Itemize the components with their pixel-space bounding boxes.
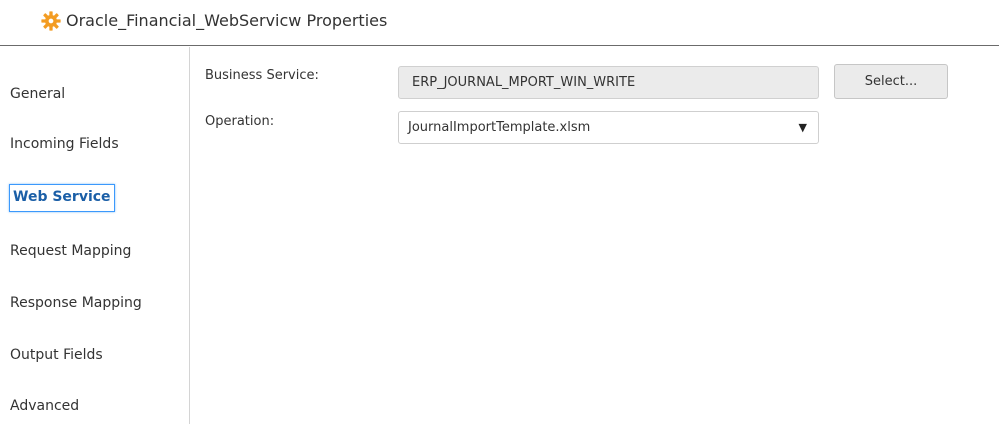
nav-item-web-service[interactable]: Web Service [9,184,115,212]
nav-item-output-fields[interactable]: Output Fields [10,341,103,369]
nav-item-general[interactable]: General [10,80,65,108]
nav-item-response-mapping[interactable]: Response Mapping [10,289,142,317]
properties-nav: General Incoming Fields Web Service Requ… [0,47,190,424]
gear-icon [41,11,61,31]
operation-select[interactable]: JournalImportTemplate.xlsm ▼ [398,111,819,144]
page-title: Oracle_Financial_WebServicw Properties [66,11,388,30]
business-service-field[interactable]: ERP_JOURNAL_MPORT_WIN_WRITE [398,66,819,99]
properties-header: Oracle_Financial_WebServicw Properties [0,0,999,46]
select-button[interactable]: Select... [834,64,948,99]
nav-item-incoming-fields[interactable]: Incoming Fields [10,130,119,158]
business-service-label: Business Service: [205,68,319,83]
nav-item-advanced[interactable]: Advanced [10,392,79,420]
operation-selected-value: JournalImportTemplate.xlsm [408,120,591,135]
nav-item-request-mapping[interactable]: Request Mapping [10,237,131,265]
operation-label: Operation: [205,114,275,129]
caret-down-icon: ▼ [798,121,807,134]
